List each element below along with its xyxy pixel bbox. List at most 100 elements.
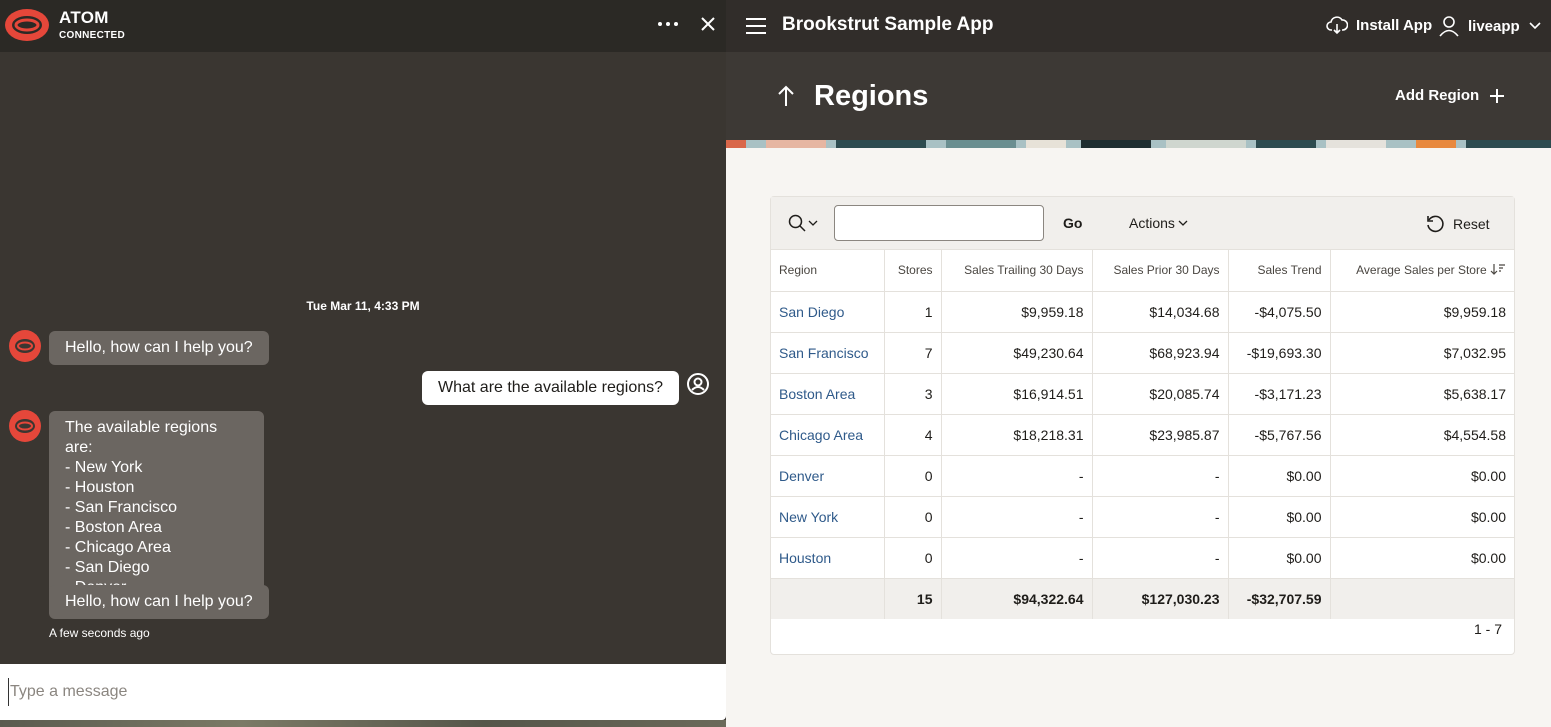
- user-name: liveapp: [1468, 17, 1520, 35]
- region-link[interactable]: San Diego: [779, 304, 844, 320]
- region-cell: New York: [771, 495, 885, 537]
- chat-status: CONNECTED: [59, 30, 126, 41]
- region-link[interactable]: Houston: [779, 550, 831, 566]
- sales-trend-cell: $0.00: [1228, 536, 1331, 578]
- sales-prior-cell: $20,085.74: [1092, 372, 1229, 414]
- plus-icon: [1490, 88, 1505, 103]
- report-toolbar: Go Actions Reset: [771, 197, 1514, 250]
- sales-trend-cell: -$19,693.30: [1228, 331, 1331, 373]
- total-sales-trailing-cell: $94,322.64: [941, 577, 1093, 619]
- close-icon[interactable]: [698, 14, 718, 34]
- bot-message-regions: The available regions are: - New York - …: [49, 411, 264, 605]
- region-link[interactable]: Denver: [779, 468, 824, 484]
- table-row: Houston 0 - - $0.00 $0.00: [771, 536, 1514, 578]
- table-row: San Francisco 7 $49,230.64 $68,923.94 -$…: [771, 331, 1514, 373]
- page-title: Regions: [814, 80, 929, 112]
- more-options-icon[interactable]: [656, 12, 680, 36]
- sales-trend-cell: -$4,075.50: [1228, 290, 1331, 332]
- user-message: What are the available regions?: [422, 371, 680, 405]
- chat-header: ATOM CONNECTED: [0, 0, 726, 52]
- table-row: Chicago Area 4 $18,218.31 $23,985.87 -$5…: [771, 413, 1514, 455]
- column-header-sales-trailing[interactable]: Sales Trailing 30 Days: [941, 250, 1093, 291]
- message-time: A few seconds ago: [49, 626, 150, 640]
- column-header-sales-trend[interactable]: Sales Trend: [1228, 250, 1331, 291]
- app-title[interactable]: Brookstrut Sample App: [782, 14, 994, 36]
- reset-icon: [1427, 215, 1444, 233]
- search-column-button[interactable]: [788, 214, 818, 232]
- actions-label: Actions: [1129, 215, 1175, 231]
- search-input[interactable]: [834, 205, 1044, 241]
- sales-trend-cell: -$5,767.56: [1228, 413, 1331, 455]
- chevron-down-icon: [808, 220, 818, 226]
- average-sales-cell: $0.00: [1330, 454, 1514, 496]
- column-header-average-sales-label: Average Sales per Store: [1356, 263, 1487, 278]
- app-panel: Brookstrut Sample App Install App liveap…: [726, 0, 1551, 727]
- page-header: Regions Add Region: [726, 52, 1551, 148]
- user-icon: [1439, 16, 1459, 37]
- sales-prior-cell: -: [1092, 536, 1229, 578]
- reset-button[interactable]: Reset: [1425, 214, 1490, 234]
- average-sales-cell: $0.00: [1330, 495, 1514, 537]
- stores-cell: 3: [884, 372, 942, 414]
- region-cell: Chicago Area: [771, 413, 885, 455]
- sales-prior-cell: $14,034.68: [1092, 290, 1229, 332]
- sales-trailing-cell: -: [941, 536, 1093, 578]
- sales-trailing-cell: $18,218.31: [941, 413, 1093, 455]
- region-link[interactable]: Boston Area: [779, 386, 855, 402]
- column-header-region[interactable]: Region: [771, 250, 885, 291]
- chat-panel: ATOM CONNECTED Tue Mar 11, 4:33 PM Hello…: [0, 0, 726, 727]
- column-header-stores[interactable]: Stores: [884, 250, 942, 291]
- sales-trend-cell: $0.00: [1228, 495, 1331, 537]
- total-stores-cell: 15: [884, 577, 942, 619]
- message-input[interactable]: [8, 678, 708, 706]
- stores-cell: 1: [884, 290, 942, 332]
- atom-logo-icon: [5, 9, 49, 41]
- table-row: Denver 0 - - $0.00 $0.00: [771, 454, 1514, 496]
- stores-cell: 4: [884, 413, 942, 455]
- table-row: Boston Area 3 $16,914.51 $20,085.74 -$3,…: [771, 372, 1514, 414]
- table-header-row: Region Stores Sales Trailing 30 Days Sal…: [771, 250, 1514, 291]
- region-cell: San Francisco: [771, 331, 885, 373]
- table-row: New York 0 - - $0.00 $0.00: [771, 495, 1514, 537]
- add-region-label: Add Region: [1395, 87, 1480, 104]
- average-sales-cell: $9,959.18: [1330, 290, 1514, 332]
- sales-trend-cell: $0.00: [1228, 454, 1331, 496]
- user-menu-button[interactable]: liveapp: [1438, 15, 1542, 37]
- bot-message: Hello, how can I help you?: [49, 331, 269, 365]
- column-header-sales-prior[interactable]: Sales Prior 30 Days: [1092, 250, 1229, 291]
- sales-trend-cell: -$3,171.23: [1228, 372, 1331, 414]
- app-topbar: Brookstrut Sample App Install App liveap…: [726, 0, 1551, 52]
- sales-prior-cell: $23,985.87: [1092, 413, 1229, 455]
- message-line: - Chicago Area: [65, 539, 171, 556]
- sales-trailing-cell: $49,230.64: [941, 331, 1093, 373]
- region-link[interactable]: Chicago Area: [779, 427, 863, 443]
- reset-label: Reset: [1453, 216, 1490, 232]
- region-cell: Denver: [771, 454, 885, 496]
- region-cell: Boston Area: [771, 372, 885, 414]
- arrow-up-icon[interactable]: [776, 84, 796, 108]
- region-link[interactable]: New York: [779, 509, 838, 525]
- stores-cell: 7: [884, 331, 942, 373]
- chevron-down-icon: [1178, 220, 1188, 226]
- message-line: - San Diego: [65, 559, 150, 576]
- add-region-button[interactable]: Add Region: [1395, 87, 1505, 104]
- sales-prior-cell: -: [1092, 454, 1229, 496]
- message-line: - San Francisco: [65, 499, 178, 516]
- total-average-sales-cell: [1330, 577, 1514, 619]
- sales-trailing-cell: $9,959.18: [941, 290, 1093, 332]
- bot-message: Hello, how can I help you?: [49, 585, 269, 619]
- region-link[interactable]: San Francisco: [779, 345, 868, 361]
- hamburger-menu-icon[interactable]: [744, 14, 768, 38]
- search-icon: [788, 214, 806, 232]
- message-line: - New York: [65, 459, 143, 476]
- sales-trailing-cell: $16,914.51: [941, 372, 1093, 414]
- chat-title: ATOM: [59, 8, 109, 27]
- message-line: - Houston: [65, 479, 135, 496]
- actions-menu-button[interactable]: Actions: [1129, 215, 1188, 231]
- install-app-button[interactable]: Install App: [1326, 15, 1432, 35]
- column-header-average-sales[interactable]: Average Sales per Store: [1330, 250, 1514, 291]
- cloud-download-icon: [1326, 16, 1348, 35]
- message-composer: [0, 664, 726, 720]
- average-sales-cell: $4,554.58: [1330, 413, 1514, 455]
- go-button[interactable]: Go: [1063, 215, 1082, 231]
